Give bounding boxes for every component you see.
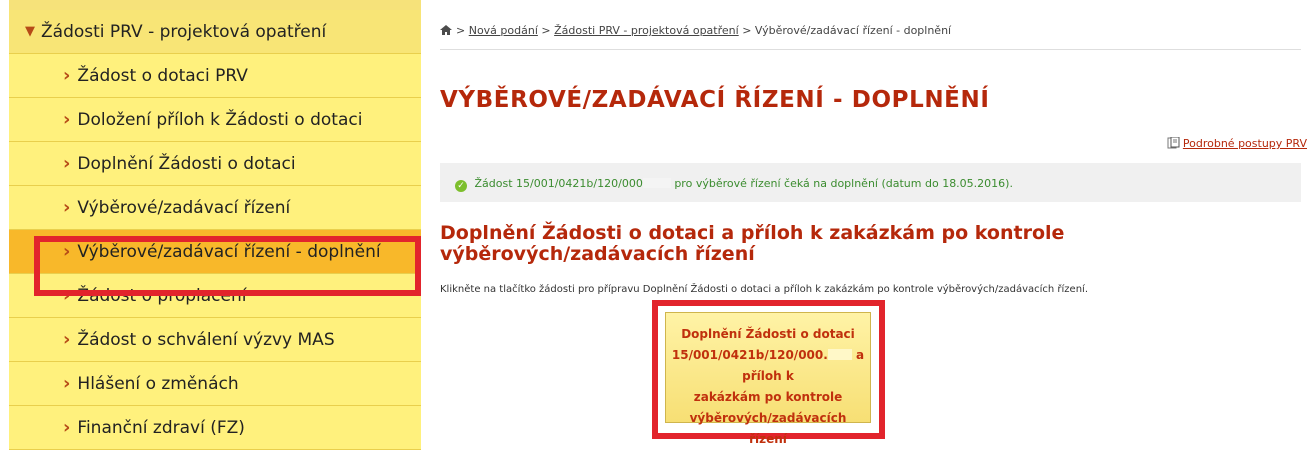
section-title: Doplnění Žádosti o dotaci a příloh k zak… bbox=[440, 222, 1065, 265]
chevron-right-icon: › bbox=[63, 372, 71, 394]
sidebar-item-dolozeni-priloh[interactable]: › Doložení příloh k Žádosti o dotaci bbox=[9, 98, 421, 142]
breadcrumb: > Nová podání > Žádosti PRV - projektová… bbox=[440, 24, 951, 37]
chevron-down-icon: ▼ bbox=[25, 24, 35, 39]
sidebar-item-zadost-o-dotaci[interactable]: › Žádost o dotaci PRV bbox=[9, 54, 421, 98]
main-content: > Nová podání > Žádosti PRV - projektová… bbox=[440, 0, 1307, 472]
sidebar-top-strip bbox=[9, 0, 421, 10]
breadcrumb-current: Výběrové/zadávací řízení - doplnění bbox=[754, 24, 952, 37]
redacted-mask bbox=[642, 178, 671, 188]
redacted-mask bbox=[827, 349, 852, 360]
sidebar-highlight-box bbox=[34, 236, 421, 296]
chevron-right-icon: › bbox=[63, 64, 71, 86]
sidebar-item-label: Finanční zdraví (FZ) bbox=[77, 417, 245, 438]
document-icon bbox=[1167, 137, 1180, 149]
sidebar-item-label: Hlášení o změnách bbox=[77, 373, 239, 394]
instruction-text: Klikněte na tlačítko žádosti pro příprav… bbox=[440, 284, 1088, 295]
chevron-right-icon: › bbox=[63, 108, 71, 130]
sidebar-item-hlaseni-o-zmenach[interactable]: › Hlášení o změnách bbox=[9, 362, 421, 406]
sidebar-item-doplneni-zadosti[interactable]: › Doplnění Žádosti o dotaci bbox=[9, 142, 421, 186]
chevron-right-icon: › bbox=[63, 416, 71, 438]
sidebar-item-financni-zdravi[interactable]: › Finanční zdraví (FZ) bbox=[9, 406, 421, 450]
sidebar-item-label: Doložení příloh k Žádosti o dotaci bbox=[77, 109, 363, 130]
sidebar-item-label: Výběrové/zadávací řízení bbox=[77, 197, 291, 218]
chevron-right-icon: › bbox=[63, 152, 71, 174]
home-icon[interactable] bbox=[440, 25, 452, 35]
sidebar-item-vyberove-rizeni[interactable]: › Výběrové/zadávací řízení bbox=[9, 186, 421, 230]
sidebar-item-schvaleni-vyzvy-mas[interactable]: › Žádost o schválení výzvy MAS bbox=[9, 318, 421, 362]
sidebar-item-label: Žádost o schválení výzvy MAS bbox=[77, 329, 335, 350]
status-message: ✓ Žádost 15/001/0421b/120/000 pro výběro… bbox=[440, 163, 1301, 202]
submit-supplement-button[interactable]: Doplnění Žádosti o dotaci 15/001/0421b/1… bbox=[665, 312, 871, 446]
breadcrumb-link-nova-podani[interactable]: Nová podání bbox=[469, 24, 538, 37]
page-title: VÝBĚROVÉ/ZADÁVACÍ ŘÍZENÍ - DOPLNĚNÍ bbox=[440, 87, 990, 113]
divider bbox=[440, 49, 1301, 50]
breadcrumb-link-zadosti-prv[interactable]: Žádosti PRV - projektová opatření bbox=[554, 24, 739, 37]
chevron-right-icon: › bbox=[63, 328, 71, 350]
sidebar-item-label: Doplnění Žádosti o dotaci bbox=[77, 153, 296, 174]
check-icon: ✓ bbox=[455, 180, 467, 192]
sidebar-item-label: Žádost o dotaci PRV bbox=[77, 65, 248, 86]
sidebar-item-label: Žádosti PRV - projektová opatření bbox=[41, 21, 327, 42]
guide-link[interactable]: Podrobné postupy PRV bbox=[1167, 137, 1307, 150]
sidebar-item-zadosti-prv[interactable]: ▼ Žádosti PRV - projektová opatření bbox=[9, 10, 421, 54]
chevron-right-icon: › bbox=[63, 196, 71, 218]
